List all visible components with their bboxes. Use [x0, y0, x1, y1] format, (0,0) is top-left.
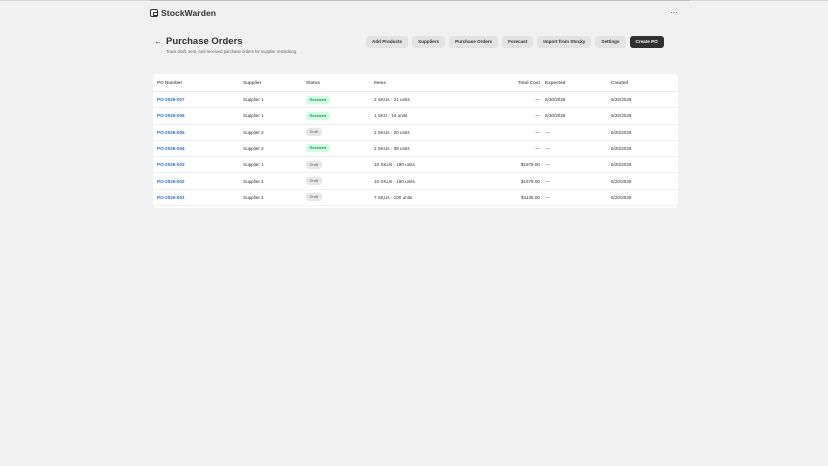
forecast-button[interactable]: Forecast [502, 36, 534, 48]
status-badge: Draft [306, 160, 322, 169]
header-items[interactable]: Items [374, 79, 386, 87]
items-cell: 1 SKU · 16 units [374, 113, 408, 119]
purchase-orders-table: PO Number Supplier Status Items Total Co… [153, 74, 678, 208]
add-products-button[interactable]: Add Products [366, 36, 409, 48]
import-from-stocky-button[interactable]: Import from Stocky [537, 36, 592, 48]
header-expected[interactable]: Expected [545, 79, 565, 87]
items-cell: 10 SKUs · 190 units [374, 178, 415, 184]
page-title: Purchase Orders [166, 36, 243, 47]
expected-cell: 5/30/2026 [545, 97, 566, 102]
supplier-cell: Supplier 2 [243, 129, 264, 135]
purchase-orders-button[interactable]: Purchase Orders [449, 36, 499, 48]
po-number-link[interactable]: PO-2026-006 [157, 112, 185, 120]
created-cell: 5/20/2026 [611, 162, 632, 168]
more-actions-icon[interactable]: ··· [668, 8, 680, 18]
header-po-number[interactable]: PO Number [157, 79, 182, 87]
po-number-link[interactable]: PO-2026-007 [157, 96, 185, 104]
table-row[interactable]: PO-2026-003 Supplier 1 Draft 10 SKUs · 190 … [153, 157, 678, 174]
created-cell: 5/20/2026 [611, 145, 632, 151]
po-number-link[interactable]: PO-2026-001 [157, 194, 185, 202]
expected-cell: — [545, 178, 550, 184]
browser-top-edge [0, 0, 828, 1]
expected-cell: — [545, 162, 550, 168]
status-badge: Received [306, 111, 330, 120]
back-arrow-icon[interactable]: ← [153, 37, 163, 47]
po-number-link[interactable]: PO-2026-002 [157, 178, 185, 186]
table-row[interactable]: PO-2026-004 Supplier 2 Received 2 SKUs · 38… [153, 141, 678, 158]
supplier-cell: Supplier 1 [243, 113, 264, 119]
created-cell: 5/20/2026 [611, 194, 632, 200]
top-edge-segment [150, 0, 690, 1]
table-row[interactable]: PO-2026-002 Supplier 1 Draft 10 SKUs · 190 … [153, 174, 678, 190]
create-po-button[interactable]: Create PO [629, 36, 664, 48]
total-cost-cell: $1138.00 [521, 194, 540, 200]
items-cell: 2 SKUs · 21 units [374, 97, 410, 102]
supplier-cell: Supplier 1 [243, 97, 264, 102]
items-cell: 2 SKUs · 20 units [374, 129, 410, 135]
status-badge: Draft [306, 128, 322, 137]
app-logo-icon [150, 9, 158, 17]
expected-cell: — [545, 145, 550, 151]
supplier-cell: Supplier 1 [243, 194, 264, 200]
status-badge: Draft [306, 177, 322, 185]
app-header: StockWarden [150, 8, 216, 18]
header-supplier[interactable]: Supplier [243, 79, 261, 87]
settings-button[interactable]: Settings [595, 36, 626, 48]
total-cost-cell: — [535, 145, 540, 151]
header-status[interactable]: Status [306, 79, 320, 87]
created-cell: 5/20/2026 [611, 113, 632, 119]
total-cost-cell: $1678.00 [520, 178, 540, 184]
status-badge: Draft [306, 193, 322, 202]
expected-cell: — [545, 129, 550, 135]
po-number-link[interactable]: PO-2026-003 [157, 161, 185, 169]
created-cell: 5/20/2026 [611, 178, 632, 184]
supplier-cell: Supplier 2 [243, 145, 264, 151]
total-cost-cell: — [535, 97, 540, 102]
items-cell: 10 SKUs · 190 units [374, 162, 415, 168]
app-name: StockWarden [161, 8, 217, 18]
table-row[interactable]: PO-2026-005 Supplier 2 Draft 2 SKUs · 20 un… [153, 125, 678, 141]
header-total-cost[interactable]: Total Cost [493, 79, 540, 87]
total-cost-cell: — [535, 129, 540, 135]
header-created[interactable]: Created [611, 79, 628, 87]
page-actions: Add Products Suppliers Purchase Orders F… [366, 36, 664, 48]
expected-cell: 5/30/2026 [545, 113, 566, 119]
po-number-link[interactable]: PO-2026-005 [157, 129, 185, 137]
table-row[interactable]: PO-2026-006 Supplier 1 Received 1 SKU · 16 … [153, 108, 678, 125]
po-number-link[interactable]: PO-2026-004 [157, 145, 185, 153]
expected-cell: — [545, 194, 550, 200]
items-cell: 7 SKUs · 100 units [374, 194, 413, 200]
table-row[interactable]: PO-2026-001 Supplier 1 Draft 7 SKUs · 100 u… [153, 190, 678, 207]
items-cell: 2 SKUs · 38 units [374, 145, 410, 151]
suppliers-button[interactable]: Suppliers [412, 36, 446, 48]
created-cell: 5/20/2026 [611, 129, 632, 135]
total-cost-cell: $1678.00 [520, 162, 540, 168]
status-badge: Received [306, 95, 330, 104]
total-cost-cell: — [535, 113, 540, 119]
table-row[interactable]: PO-2026-007 Supplier 1 Received 2 SKUs · 21… [153, 92, 678, 109]
page-subtitle: Track draft, sent, and received purchase… [166, 49, 298, 54]
table-header: PO Number Supplier Status Items Total Co… [153, 74, 678, 92]
supplier-cell: Supplier 1 [243, 162, 264, 168]
supplier-cell: Supplier 1 [243, 178, 264, 184]
status-badge: Received [306, 144, 330, 153]
created-cell: 5/20/2026 [611, 97, 632, 102]
